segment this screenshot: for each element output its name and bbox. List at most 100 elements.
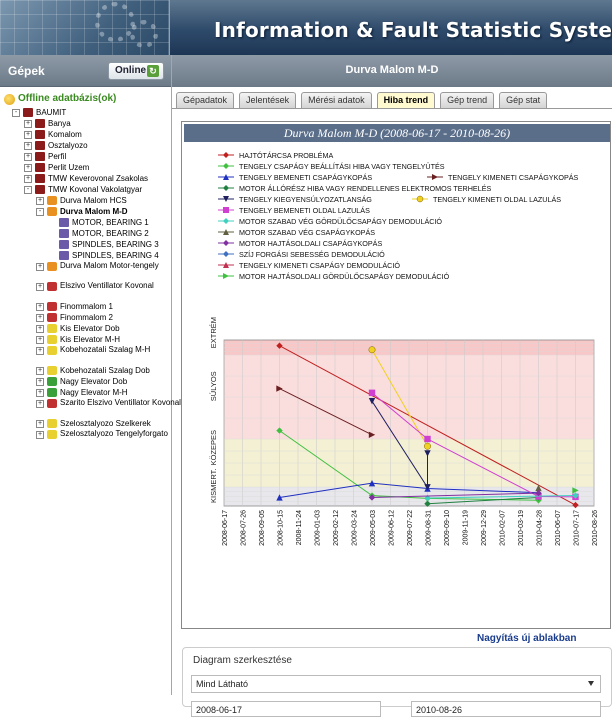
x-tick-label: 2009-02-12: [333, 510, 340, 546]
tree-item[interactable]: - Durva Malom M-D: [0, 206, 172, 217]
tree-item[interactable]: + Komalom: [0, 129, 172, 140]
tree-item-label: MOTOR, BEARING 1: [72, 218, 149, 227]
x-tick-label: 2008-11-24: [296, 510, 303, 545]
expand-icon[interactable]: +: [24, 131, 32, 139]
tree-item[interactable]: + Kobehozatali Szalag M-H: [0, 345, 172, 365]
tree-item[interactable]: + Osztalyozo: [0, 140, 172, 151]
legend-label: TENGELY KIMENETI CSAPÁGYKOPÁS: [448, 173, 579, 182]
machine-icon: [47, 388, 57, 397]
expand-icon[interactable]: +: [24, 120, 32, 128]
expand-icon[interactable]: +: [36, 336, 44, 344]
main-title: Durva Malom M-D: [172, 55, 612, 87]
tree-item-label: Finommalom 1: [60, 302, 113, 311]
expand-icon[interactable]: +: [36, 263, 44, 271]
tab-2[interactable]: Mérési adatok: [301, 92, 372, 108]
tree-item[interactable]: + Perlit Uzem: [0, 162, 172, 173]
tree-item[interactable]: + Szelosztalyozo Tengelyforgato: [0, 429, 172, 449]
visibility-select[interactable]: Mind Látható: [191, 675, 601, 693]
tree-item[interactable]: + Szelosztalyozo Szelkerek: [0, 418, 172, 429]
expand-icon[interactable]: +: [24, 175, 32, 183]
tree-item[interactable]: + Perfil: [0, 151, 172, 162]
fault-trend-chart: Durva Malom M-D (2008-06-17 - 2010-08-26…: [181, 121, 611, 629]
tree-item-label: SPINDLES, BEARING 4: [72, 251, 159, 260]
tree-item-label: Durva Malom M-D: [60, 207, 128, 216]
database-icon: [35, 152, 45, 161]
expand-icon[interactable]: +: [24, 142, 32, 150]
tree-item-label: Nagy Elevator M-H: [60, 388, 128, 397]
chevron-down-icon: [588, 681, 594, 686]
legend-marker: [223, 185, 229, 191]
expand-icon[interactable]: +: [24, 164, 32, 172]
legend-marker: [223, 240, 229, 246]
expand-icon[interactable]: +: [36, 420, 44, 428]
tree-item[interactable]: + Nagy Elevator M-H: [0, 387, 172, 398]
legend-label: TENGELY KIEGYENSÚLYOZATLANSÁG: [239, 195, 372, 204]
database-icon: [35, 141, 45, 150]
legend-label: TENGELY CSAPÁGY BEÁLLÍTÁSI HIBA VAGY TEN…: [239, 162, 445, 171]
tree-item[interactable]: SPINDLES, BEARING 3: [0, 239, 172, 250]
tree-item[interactable]: + Szarito Elszivo Ventillator Kovonal: [0, 398, 181, 418]
data-point: [424, 435, 431, 443]
tree-item[interactable]: + Durva Malom Motor-tengely: [0, 261, 172, 281]
expand-icon[interactable]: +: [36, 367, 44, 375]
legend-label: TENGELY KIMENETI CSAPÁGY DEMODULÁCIÓ: [239, 261, 400, 270]
sensor-icon: [59, 251, 69, 260]
tree-item[interactable]: + Banya: [0, 118, 172, 129]
tree-item[interactable]: + Elszivo Ventillator Kovonal: [0, 281, 172, 301]
expand-icon[interactable]: +: [36, 389, 44, 397]
date-to-select[interactable]: 2010-08-26: [411, 701, 601, 717]
tree-item-label: MOTOR, BEARING 2: [72, 229, 149, 238]
tree-item[interactable]: - BAUMIT: [0, 107, 172, 118]
expand-icon[interactable]: +: [36, 400, 44, 408]
date-to-value: 2010-08-26: [416, 705, 463, 715]
tree-item[interactable]: + Kobehozatali Szalag Dob: [0, 365, 172, 376]
machine-icon: [47, 282, 57, 291]
expand-icon[interactable]: +: [24, 153, 32, 161]
x-tick-label: 2009-08-31: [426, 510, 433, 546]
tree-item[interactable]: + Finommalom 2: [0, 312, 172, 323]
expand-icon[interactable]: +: [36, 325, 44, 333]
tab-3[interactable]: Hiba trend: [376, 92, 436, 108]
expand-icon[interactable]: +: [36, 197, 44, 205]
expand-icon[interactable]: +: [36, 378, 44, 386]
tree-item[interactable]: + Finommalom 1: [0, 301, 172, 312]
x-tick-label: 2010-06-07: [555, 510, 562, 546]
online-button[interactable]: Online ↻: [108, 62, 164, 80]
tab-4[interactable]: Gép trend: [440, 92, 495, 108]
zoom-new-window-link[interactable]: Nagyítás új ablakban: [477, 633, 576, 644]
tree-item[interactable]: + Kis Elevator M-H: [0, 334, 172, 345]
tree-item[interactable]: + Nagy Elevator Dob: [0, 376, 172, 387]
diagram-editor-title: Diagram szerkesztése: [193, 655, 292, 666]
tree-item[interactable]: + Kis Elevator Dob: [0, 323, 172, 334]
expand-icon[interactable]: +: [36, 314, 44, 322]
expand-icon[interactable]: +: [36, 303, 44, 311]
collapse-icon[interactable]: -: [12, 109, 20, 117]
tab-1[interactable]: Jelentések: [239, 92, 297, 108]
expand-icon[interactable]: +: [36, 347, 44, 355]
tree-item[interactable]: - TMW Kovonal Vakolatgyar: [0, 184, 172, 195]
expand-icon[interactable]: +: [36, 283, 44, 291]
tree-item[interactable]: MOTOR, BEARING 2: [0, 228, 172, 239]
machine-icon: [47, 419, 57, 428]
tree-root-label: Offline adatbázis(ok): [18, 93, 117, 104]
collapse-icon[interactable]: -: [36, 208, 44, 216]
tree-root[interactable]: Offline adatbázis(ok): [0, 93, 172, 107]
tree-item[interactable]: MOTOR, BEARING 1: [0, 217, 172, 228]
x-tick-label: 2009-12-29: [481, 510, 488, 546]
tree-item[interactable]: + Durva Malom HCS: [0, 195, 172, 206]
date-from-value: 2008-06-17: [196, 705, 243, 715]
machine-icon: [47, 262, 57, 271]
database-icon: [35, 163, 45, 172]
y-category-label: EXTRÉM: [209, 317, 218, 348]
tree-item[interactable]: + TMW Keverovonal Zsakolas: [0, 173, 172, 184]
legend-marker: [223, 251, 229, 257]
collapse-icon[interactable]: -: [24, 186, 32, 194]
tab-5[interactable]: Gép stat: [499, 92, 548, 108]
date-from-select[interactable]: 2008-06-17: [191, 701, 381, 717]
data-point: [368, 346, 376, 354]
tree-item[interactable]: SPINDLES, BEARING 4: [0, 250, 172, 261]
tab-0[interactable]: Gépadatok: [176, 92, 235, 108]
machine-icon: [47, 207, 57, 216]
expand-icon[interactable]: +: [36, 431, 44, 439]
y-category-label: KISMERT.: [209, 469, 218, 503]
